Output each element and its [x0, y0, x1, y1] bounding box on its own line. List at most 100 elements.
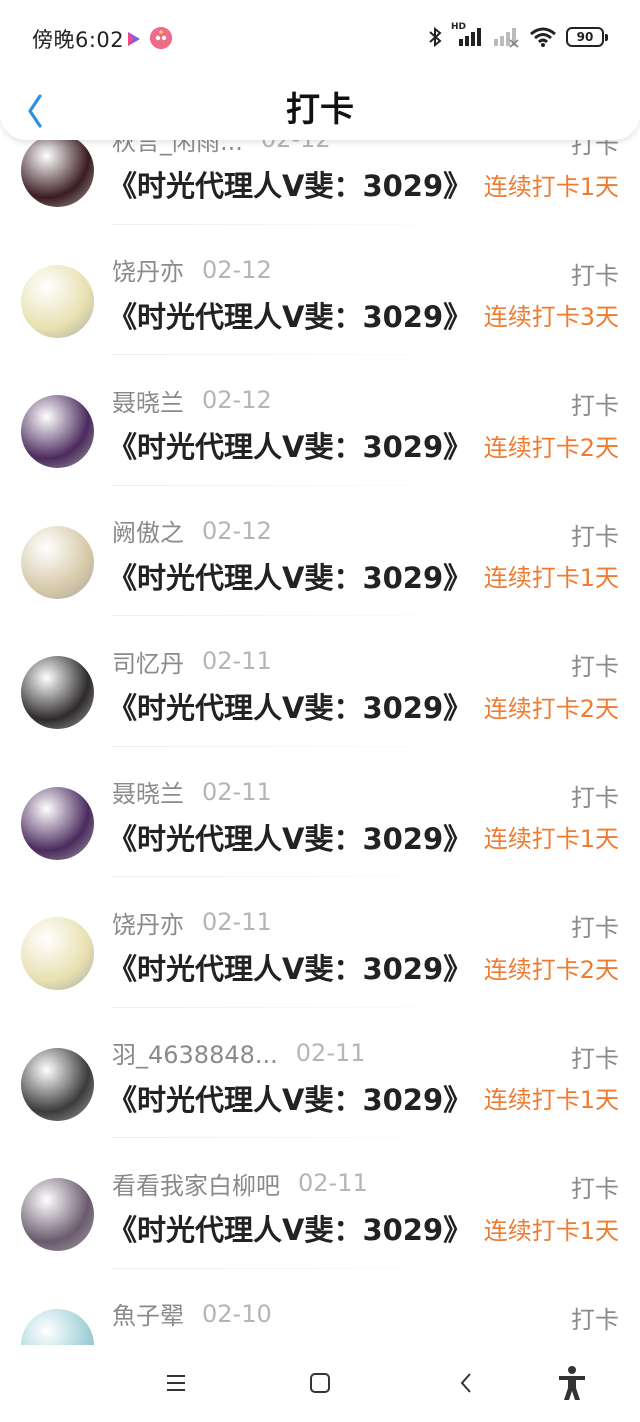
user-avatar[interactable]: [21, 134, 94, 207]
checkin-item[interactable]: 饶丹亦 02-12 打卡《时光代理人V斐：3029》 连续打卡3天: [0, 225, 640, 355]
item-meta: 聂晓兰 02-11: [112, 774, 272, 809]
item-meta: 羽_4638848... 02-11: [112, 1035, 366, 1070]
item-meta: 聂晓兰 02-12: [112, 383, 272, 418]
user-avatar[interactable]: [21, 1178, 94, 1251]
checkin-content: 《时光代理人V斐：3029》连续打卡1天: [108, 164, 619, 204]
signal-2-icon: [494, 28, 519, 48]
checkin-content: 《时光代理人V斐：3029》连续打卡1天: [108, 1208, 619, 1248]
book-title[interactable]: 《时光代理人V斐：3029》: [108, 424, 478, 466]
username[interactable]: 魚子翚: [112, 1296, 184, 1331]
checkin-content: 《时光代理人V斐：3029》 连续打卡3天: [108, 295, 619, 335]
checkin-item[interactable]: 阙傲之 02-12 打卡《时光代理人V斐：3029》 连续打卡1天: [0, 486, 640, 616]
home-button[interactable]: [300, 1365, 340, 1401]
checkin-date: 02-12: [202, 386, 272, 414]
streak-count: 连续打卡1天: [483, 564, 619, 592]
checkin-content: 《时光代理人V斐：3029》 连续打卡2天: [108, 686, 619, 726]
nav-bar: 打卡: [0, 76, 640, 140]
system-nav-bar: [0, 1345, 640, 1422]
username[interactable]: 聂晓兰: [112, 383, 184, 418]
accessibility-icon: [559, 1366, 585, 1400]
checkin-feed[interactable]: 秋言_闲雨...02-12打卡《时光代理人V斐：3029》连续打卡1天饶丹亦02…: [0, 94, 640, 1399]
video-app-icon: [128, 32, 140, 46]
game-app-icon: [150, 27, 172, 49]
checkin-content: 《时光代理人V斐：3029》 连续打卡2天: [108, 425, 619, 465]
checkin-item[interactable]: 饶丹亦 02-11 打卡《时光代理人V斐：3029》 连续打卡2天: [0, 877, 640, 1008]
menu-button[interactable]: [156, 1365, 196, 1401]
book-title[interactable]: 《时光代理人V斐：3029》: [108, 1077, 478, 1119]
user-avatar[interactable]: [21, 1047, 94, 1121]
user-avatar[interactable]: [21, 525, 94, 599]
user-avatar[interactable]: [21, 656, 94, 729]
checkin-type-label: 打卡: [571, 1175, 619, 1203]
checkin-date: 02-11: [298, 1169, 368, 1197]
checkin-content: 《时光代理人V斐：3029》连续打卡1天: [108, 556, 619, 596]
book-title[interactable]: 《时光代理人V斐：3029》: [108, 555, 478, 597]
checkin-type-label: 打卡: [571, 1305, 619, 1334]
item-meta: 看看我家白柳吧 02-11: [112, 1166, 368, 1201]
username[interactable]: 看看我家白柳吧: [112, 1166, 280, 1201]
page-title: 打卡: [286, 90, 354, 130]
checkin-type-label: 打卡: [571, 653, 619, 681]
checkin-date: 02-11: [202, 647, 272, 675]
checkin-date: 02-10: [202, 1299, 272, 1328]
status-icons: HD 90: [428, 22, 608, 48]
signal-icon: HD: [451, 22, 483, 48]
checkin-type-label: 打卡: [571, 261, 619, 290]
book-title[interactable]: 《时光代理人V斐：3029》: [108, 685, 478, 727]
streak-count: 连续打卡1天: [483, 1086, 619, 1114]
checkin-content: 《时光代理人V斐：3029》 连续打卡2天: [108, 947, 619, 987]
username[interactable]: 聂晓兰: [112, 774, 184, 809]
streak-count: 连续打卡1天: [483, 1216, 619, 1245]
user-avatar[interactable]: [21, 395, 94, 468]
accessibility-button[interactable]: [552, 1365, 592, 1401]
checkin-date: 02-11: [202, 777, 272, 806]
checkin-item[interactable]: 看看我家白柳吧 02-11 打卡《时光代理人V斐：3029》 连续打卡1天: [0, 1138, 640, 1269]
menu-icon: [167, 1375, 185, 1391]
wifi-icon: [530, 27, 556, 47]
checkin-item[interactable]: 羽_4638848... 02-11 打卡《时光代理人V斐：3029》 连续打卡1天: [0, 1008, 640, 1138]
streak-count: 连续打卡2天: [483, 955, 619, 984]
streak-count: 连续打卡3天: [483, 303, 619, 331]
item-meta: 饶丹亦 02-11: [112, 905, 272, 940]
book-title[interactable]: 《时光代理人V斐：3029》: [108, 163, 478, 205]
bluetooth-icon: [429, 26, 442, 48]
username[interactable]: 司忆丹: [112, 644, 184, 679]
item-meta: 阙傲之 02-12: [112, 513, 272, 548]
checkin-type-label: 打卡: [571, 783, 619, 812]
screen: 秋言_闲雨...02-12打卡《时光代理人V斐：3029》连续打卡1天饶丹亦02…: [0, 0, 640, 1422]
checkin-date: 02-11: [295, 1038, 366, 1067]
back-triangle-icon: [460, 1373, 471, 1393]
checkin-type-label: 打卡: [571, 392, 619, 420]
checkin-date: 02-12: [202, 255, 272, 284]
username[interactable]: 饶丹亦: [112, 905, 184, 940]
checkin-date: 02-11: [202, 908, 272, 936]
checkin-type-label: 打卡: [571, 1044, 619, 1073]
book-title[interactable]: 《时光代理人V斐：3029》: [108, 294, 478, 336]
user-avatar[interactable]: [21, 917, 94, 990]
status-time: 傍晚6:02: [32, 28, 125, 52]
streak-count: 连续打卡2天: [483, 433, 619, 462]
item-meta: 魚子翚 02-10: [112, 1296, 272, 1331]
streak-count: 连续打卡1天: [483, 825, 619, 853]
checkin-type-label: 打卡: [571, 522, 619, 551]
checkin-item[interactable]: 司忆丹 02-11 打卡《时光代理人V斐：3029》 连续打卡2天: [0, 616, 640, 747]
user-avatar[interactable]: [21, 786, 94, 860]
checkin-item[interactable]: 聂晓兰 02-11 打卡《时光代理人V斐：3029》 连续打卡1天: [0, 747, 640, 877]
username[interactable]: 饶丹亦: [112, 252, 184, 287]
checkin-type-label: 打卡: [571, 914, 619, 942]
battery-icon: 90: [566, 27, 608, 47]
checkin-item[interactable]: 聂晓兰 02-12 打卡《时光代理人V斐：3029》 连续打卡2天: [0, 355, 640, 486]
streak-count: 连续打卡2天: [483, 694, 619, 723]
username[interactable]: 羽_4638848...: [112, 1035, 278, 1070]
item-meta: 司忆丹 02-11: [112, 644, 272, 679]
user-avatar[interactable]: [21, 264, 94, 338]
checkin-date: 02-12: [202, 516, 272, 545]
book-title[interactable]: 《时光代理人V斐：3029》: [108, 946, 478, 988]
book-title[interactable]: 《时光代理人V斐：3029》: [108, 1207, 478, 1249]
header: 傍晚6:02 HD 90 打卡: [0, 0, 640, 140]
checkin-content: 《时光代理人V斐：3029》连续打卡1天: [108, 817, 619, 857]
username[interactable]: 阙傲之: [112, 513, 184, 548]
system-back-button[interactable]: [446, 1365, 486, 1401]
book-title[interactable]: 《时光代理人V斐：3029》: [108, 816, 478, 858]
status-bar: 傍晚6:02 HD 90: [0, 0, 640, 76]
